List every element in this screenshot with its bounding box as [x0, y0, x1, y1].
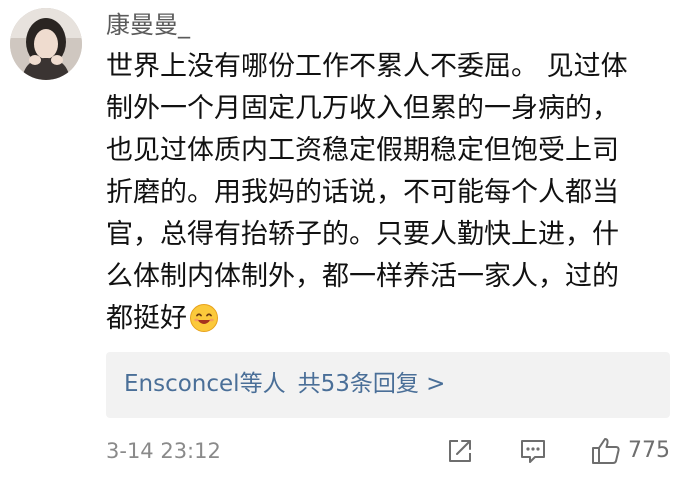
- replies-count-link[interactable]: 共53条回复 >: [298, 371, 446, 397]
- avatar-image: [10, 8, 82, 80]
- comment-card: 康曼曼_ 世界上没有哪份工作不累人不委屈。 见过体 制外一个月固定几万收入但累的…: [0, 0, 700, 485]
- comment-text-line: 制外一个月固定几万收入但累的一身病的，: [106, 93, 619, 124]
- comment-text: 世界上没有哪份工作不累人不委屈。 见过体 制外一个月固定几万收入但累的一身病的，…: [106, 46, 666, 340]
- like-count: 775: [628, 438, 670, 463]
- smiling-face-emoji-icon: [189, 303, 219, 346]
- comment-text-last-line: 都挺好: [106, 298, 666, 340]
- like-button[interactable]: 775: [590, 432, 670, 470]
- comment-text-line: 么体制内体制外，都一样养活一家人，过的: [106, 261, 619, 292]
- share-icon: [449, 440, 471, 462]
- comment-text-line: 折磨的。用我妈的话说，不可能每个人都当: [106, 177, 619, 208]
- comment-text-line: 世界上没有哪份工作不累人不委屈。 见过体: [106, 51, 628, 82]
- comment-text-line: 都挺好: [106, 303, 187, 334]
- comment-icon: [521, 440, 545, 463]
- comment-text-line: 也见过体质内工资稳定假期稳定但饱受上司: [106, 135, 619, 166]
- thumbs-up-icon: [592, 438, 620, 464]
- comment-text-line: 官，总得有抬轿子的。只要人勤快上进，什: [106, 219, 619, 250]
- comment-timestamp: 3-14 23:12: [106, 439, 221, 463]
- comment-button[interactable]: [518, 432, 548, 470]
- share-button[interactable]: [446, 432, 474, 470]
- user-avatar[interactable]: [10, 8, 82, 80]
- replies-users: Ensconcel等人: [124, 371, 286, 397]
- username[interactable]: 康曼曼_: [106, 8, 190, 42]
- view-replies-button[interactable]: Ensconcel等人 共53条回复 >: [106, 352, 670, 418]
